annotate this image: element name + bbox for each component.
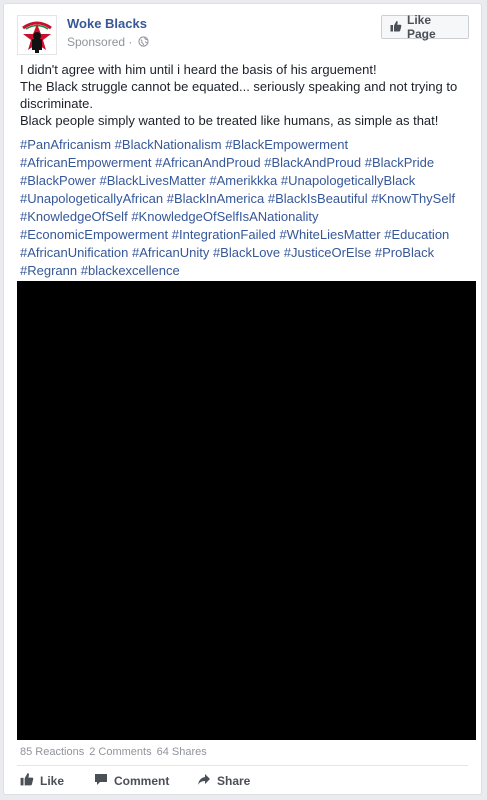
sponsored-line: Sponsored · [67,35,149,50]
hashtag-link[interactable]: #blackexcellence [81,263,180,278]
hashtag-link[interactable]: #Education [384,227,449,242]
divider [17,765,468,766]
share-button[interactable]: Share [197,772,250,789]
like-page-label: Like Page [407,13,436,41]
sponsored-post-card: Woke Blacks Sponsored · Like Page I didn… [3,3,482,795]
post-actions: Like Comment Share [20,772,250,789]
share-icon [197,773,211,789]
hashtag-link[interactable]: #BlackInAmerica [167,191,265,206]
thumbs-up-icon [390,20,402,35]
hashtag-link[interactable]: #JusticeOrElse [284,245,371,260]
post-header: Woke Blacks Sponsored · Like Page [17,13,469,55]
hashtag-link[interactable]: #BlackLove [213,245,280,260]
comment-button[interactable]: Comment [94,772,197,789]
message-line: Black people simply wanted to be treated… [20,113,439,128]
like-page-button[interactable]: Like Page [381,13,469,41]
hashtag-link[interactable]: #BlackEmpowerment [225,137,348,152]
like-label: Like [40,773,65,788]
hashtag-link[interactable]: #PanAfricanism [20,137,111,152]
message-line: The Black struggle cannot be equated... … [20,79,458,111]
comment-icon [94,773,108,789]
hashtag-link[interactable]: #AfricanUnity [132,245,209,260]
sponsored-label[interactable]: Sponsored [67,35,125,49]
engagement-stats: 85 Reactions 2 Comments 64 Shares [20,746,207,758]
thumbs-up-icon [20,772,34,789]
post-message: I didn't agree with him until i heard th… [20,61,475,129]
comments-count[interactable]: 2 Comments [89,746,151,758]
page-name-link[interactable]: Woke Blacks [67,16,147,31]
post-media-image[interactable] [17,281,476,740]
hashtag-link[interactable]: #Regrann [20,263,77,278]
page-avatar[interactable] [17,15,57,55]
hashtag-link[interactable]: #KnowThySelf [371,191,455,206]
message-line: I didn't agree with him until i heard th… [20,62,377,77]
hashtag-link[interactable]: #BlackPride [365,155,434,170]
like-button[interactable]: Like [20,772,94,789]
separator: · [128,35,133,49]
woke-blacks-logo [22,21,52,53]
hashtag-link[interactable]: #EconomicEmpowerment [20,227,168,242]
hashtag-link[interactable]: #ProBlack [375,245,434,260]
comment-label: Comment [114,773,170,788]
hashtag-link[interactable]: #AfricanUnification [20,245,128,260]
hashtag-link[interactable]: #BlackNationalism [115,137,222,152]
hashtag-link[interactable]: #KnowledgeOfSelf [20,209,128,224]
globe-icon [138,36,149,50]
share-label: Share [217,773,251,788]
hashtag-link[interactable]: #Amerikkka [209,173,277,188]
hashtag-link[interactable]: #UnapologeticallyBlack [281,173,415,188]
hashtag-link[interactable]: #AfricanEmpowerment [20,155,152,170]
hashtag-link[interactable]: #IntegrationFailed [172,227,276,242]
hashtag-link[interactable]: #WhiteLiesMatter [279,227,380,242]
hashtag-list: #PanAfricanism #BlackNationalism #BlackE… [20,136,475,280]
hashtag-link[interactable]: #BlackAndProud [264,155,361,170]
hashtag-link[interactable]: #BlackLivesMatter [100,173,206,188]
hashtag-link[interactable]: #AfricanAndProud [155,155,261,170]
hashtag-link[interactable]: #UnapologeticallyAfrican [20,191,163,206]
shares-count[interactable]: 64 Shares [157,746,207,758]
hashtag-link[interactable]: #BlackIsBeautiful [268,191,368,206]
hashtag-link[interactable]: #BlackPower [20,173,96,188]
reactions-count[interactable]: 85 Reactions [20,746,84,758]
hashtag-link[interactable]: #KnowledgeOfSelfIsANationality [131,209,318,224]
